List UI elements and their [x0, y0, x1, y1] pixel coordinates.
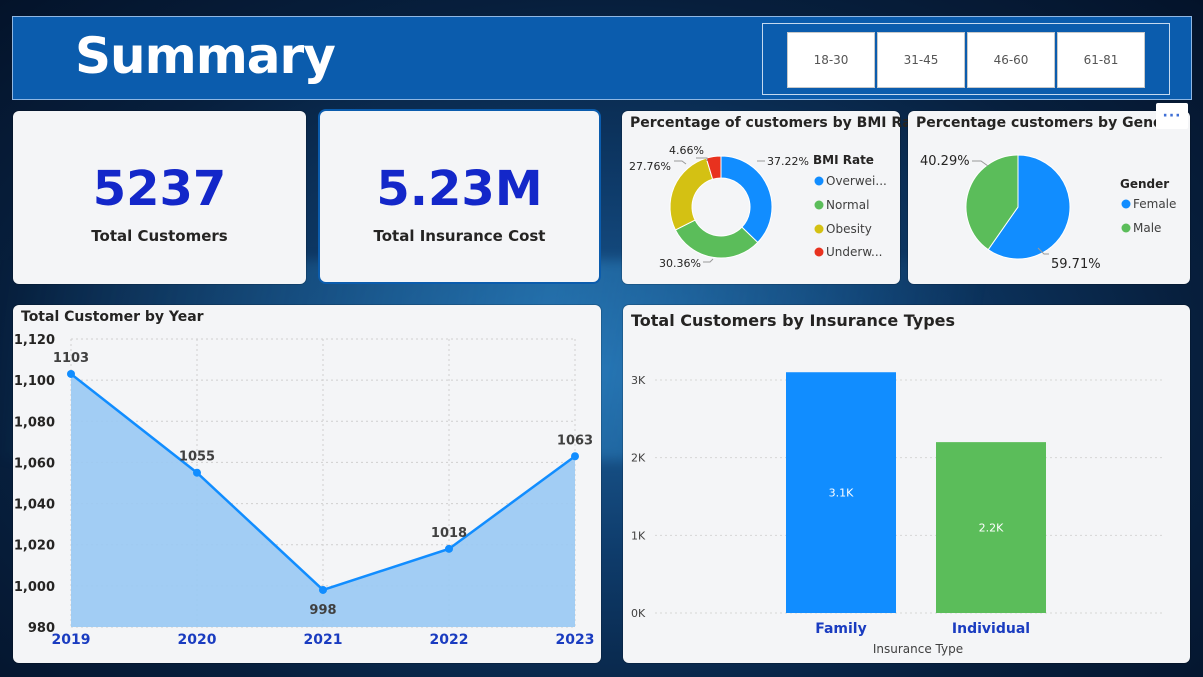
data-point-2021[interactable] [319, 585, 327, 594]
kpi-value: 5.23M [376, 161, 543, 217]
page-title: Summary [75, 27, 336, 85]
legend-dot-normal [814, 200, 824, 210]
y-tick-label: 1,100 [14, 374, 55, 389]
insurance-bar-chart: 3K 2K 1K 0K Family Individual 3.1K 2.2K Insur… [631, 372, 1163, 656]
data-point-2022[interactable] [445, 544, 453, 553]
slice-obesity[interactable] [669, 157, 714, 231]
bmi-label-obesity: 27.76% [629, 160, 671, 173]
x-tick-label: Individual [952, 621, 1030, 637]
gender-label-female: 59.71% [1051, 257, 1101, 272]
data-label: 1055 [179, 450, 215, 465]
kpi-card-total-insurance-cost[interactable]: 5.23M Total Insurance Cost [320, 111, 599, 282]
gender-chart-card[interactable]: Percentage customers by Gender 40.29% 59… [908, 111, 1190, 284]
bmi-chart-card[interactable]: Percentage of customers by BMI Rate 4.66… [622, 111, 928, 284]
bmi-donut-chart: 4.66% 27.76% 37.22% 30.36% BMI Rate Over… [629, 144, 887, 270]
x-tick-label: 2019 [52, 632, 91, 648]
data-label: 1063 [557, 433, 593, 448]
x-tick-label: 2021 [304, 632, 343, 648]
kpi-value: 5237 [92, 161, 227, 217]
y-tick-label: 1,000 [14, 580, 55, 595]
data-point-2023[interactable] [571, 452, 579, 461]
bmi-legend-overweight[interactable]: Overwei... [826, 174, 887, 188]
bmi-legend-normal[interactable]: Normal [826, 198, 869, 212]
legend-dot-female [1121, 199, 1131, 209]
data-label: 1103 [53, 351, 89, 366]
insurance-chart-card[interactable]: Total Customers by Insurance Types 3K 2K 1… [623, 305, 1190, 663]
year-chart-card[interactable]: Total Customer by Year 1,120 1,100 1,080 1,… [13, 305, 601, 663]
age-filter-61-81[interactable]: 61-81 [1057, 32, 1145, 88]
data-label: 998 [309, 603, 336, 618]
data-label: 3.1K [829, 487, 854, 500]
y-tick-label: 1,040 [14, 498, 55, 513]
slice-overweight[interactable] [720, 155, 773, 244]
gender-legend-male[interactable]: Male [1133, 221, 1161, 235]
y-tick-label: 1,060 [14, 456, 55, 471]
gender-label-male: 40.29% [920, 154, 970, 169]
y-tick-label: 1,020 [14, 539, 55, 554]
legend-dot-obesity [814, 224, 824, 234]
x-tick-label: 2020 [178, 632, 217, 648]
header-banner: Summary 18-30 31-45 46-60 61-81 [12, 16, 1192, 100]
bmi-label-underweight: 4.66% [669, 144, 704, 157]
y-tick-label: 2K [631, 452, 646, 465]
bmi-legend-obesity[interactable]: Obesity [826, 222, 872, 236]
kpi-card-total-customers[interactable]: 5237 Total Customers [13, 111, 306, 284]
x-tick-label: Family [815, 621, 867, 637]
legend-dot-male [1121, 223, 1131, 233]
bmi-legend-title: BMI Rate [813, 153, 874, 167]
legend-dot-underweight [814, 247, 824, 257]
data-label: 2.2K [979, 522, 1004, 535]
more-options-icon[interactable]: ··· [1156, 103, 1188, 129]
y-tick-label: 3K [631, 374, 646, 387]
legend-dot-overweight [814, 176, 824, 186]
bmi-label-normal: 30.36% [659, 257, 701, 270]
gender-pie-chart: 40.29% 59.71% Gender Female Male [920, 154, 1176, 272]
data-point-2019[interactable] [67, 369, 75, 378]
kpi-label: Total Insurance Cost [373, 227, 546, 245]
x-tick-label: 2022 [430, 632, 469, 648]
x-tick-label: 2023 [556, 632, 595, 648]
age-filter-46-60[interactable]: 46-60 [967, 32, 1055, 88]
age-filter-18-30[interactable]: 18-30 [787, 32, 875, 88]
age-range-slicer: 18-30 31-45 46-60 61-81 [762, 23, 1170, 95]
y-tick-label: 1,120 [14, 333, 55, 348]
data-point-2020[interactable] [193, 468, 201, 477]
gender-legend-title: Gender [1120, 177, 1169, 191]
x-axis-title: Insurance Type [873, 642, 963, 656]
kpi-label: Total Customers [91, 227, 228, 245]
year-area-chart: 1,1201,1001,0801,0601,0401,0201,000980 2… [14, 333, 595, 648]
data-label: 1018 [431, 526, 467, 541]
gender-legend-female[interactable]: Female [1133, 197, 1176, 211]
bmi-label-overweight: 37.22% [767, 155, 809, 168]
bmi-legend-underweight[interactable]: Underw... [826, 245, 882, 259]
y-tick-label: 1,080 [14, 415, 55, 430]
age-filter-31-45[interactable]: 31-45 [877, 32, 965, 88]
y-tick-label: 0K [631, 607, 646, 620]
y-tick-label: 1K [631, 529, 646, 542]
